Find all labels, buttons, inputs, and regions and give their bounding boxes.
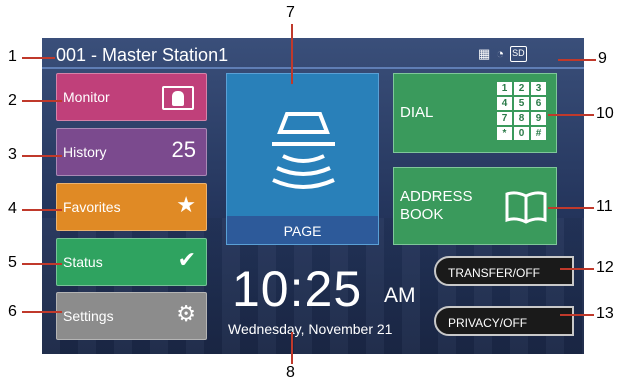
callout-5: 5 bbox=[8, 254, 17, 271]
keypad-key: 8 bbox=[514, 112, 529, 125]
monitor-button[interactable]: Monitor bbox=[56, 73, 207, 121]
address-book-label-line2: BOOK bbox=[400, 206, 444, 223]
keypad-icon: 1 2 3 4 5 6 7 8 9 * 0 # bbox=[497, 82, 546, 140]
sd-card-icon: SD bbox=[510, 46, 527, 62]
callout-12: 12 bbox=[596, 259, 614, 276]
callout-4: 4 bbox=[8, 200, 17, 217]
transfer-label: TRANSFER/OFF bbox=[448, 266, 540, 280]
callout-11: 11 bbox=[596, 198, 613, 215]
settings-button[interactable]: Settings ⚙ bbox=[56, 292, 207, 340]
callout-line bbox=[291, 24, 293, 84]
callout-10: 10 bbox=[596, 105, 614, 122]
clock-time: 10:25 bbox=[232, 261, 363, 317]
callout-line bbox=[560, 314, 594, 316]
history-label: History bbox=[63, 144, 107, 160]
address-book-label-line1: ADDRESS bbox=[400, 188, 473, 205]
callout-7: 7 bbox=[286, 4, 295, 21]
dial-label: DIAL bbox=[400, 104, 434, 121]
title-divider bbox=[42, 67, 584, 69]
callout-line bbox=[22, 57, 55, 59]
keypad-key: 1 bbox=[497, 82, 512, 95]
privacy-label: PRIVACY/OFF bbox=[448, 316, 528, 330]
dial-button[interactable]: DIAL 1 2 3 4 5 6 7 8 9 * 0 # bbox=[393, 73, 557, 153]
callout-line bbox=[22, 100, 62, 102]
keypad-key: 0 bbox=[514, 127, 529, 140]
callout-2: 2 bbox=[8, 92, 17, 109]
callout-line bbox=[548, 114, 594, 116]
callout-line bbox=[22, 209, 62, 211]
clock-ampm: AM bbox=[384, 284, 416, 307]
keypad-key: 3 bbox=[531, 82, 546, 95]
favorites-label: Favorites bbox=[63, 199, 121, 215]
timer-icon: ◔ bbox=[496, 46, 505, 61]
keypad-key: * bbox=[497, 127, 512, 140]
keypad-key: 9 bbox=[531, 112, 546, 125]
callout-13: 13 bbox=[596, 305, 614, 322]
settings-label: Settings bbox=[63, 308, 114, 324]
callout-1: 1 bbox=[8, 48, 17, 65]
speaker-icon bbox=[272, 112, 335, 189]
history-button[interactable]: History 25 bbox=[56, 128, 207, 176]
clock-date: Wednesday, November 21 bbox=[228, 321, 393, 337]
star-icon: ★ bbox=[176, 192, 196, 217]
keypad-key: 6 bbox=[531, 97, 546, 110]
calendar-icon: ▦ bbox=[478, 46, 491, 61]
callout-line bbox=[22, 263, 62, 265]
station-title: 001 - Master Station1 bbox=[56, 45, 229, 65]
keypad-key: 7 bbox=[497, 112, 512, 125]
status-button[interactable]: Status ✔ bbox=[56, 238, 207, 286]
callout-line bbox=[558, 59, 596, 61]
transfer-toggle[interactable]: TRANSFER/OFF bbox=[434, 256, 574, 286]
keypad-key: 5 bbox=[514, 97, 529, 110]
history-count: 25 bbox=[171, 137, 196, 162]
callout-8: 8 bbox=[286, 364, 295, 381]
page-button[interactable]: PAGE bbox=[226, 73, 379, 245]
favorites-button[interactable]: Favorites ★ bbox=[56, 183, 207, 231]
privacy-toggle[interactable]: PRIVACY/OFF bbox=[434, 306, 574, 336]
keypad-key: 2 bbox=[514, 82, 529, 95]
callout-9: 9 bbox=[598, 50, 607, 67]
keypad-key: 4 bbox=[497, 97, 512, 110]
callout-6: 6 bbox=[8, 303, 17, 320]
callout-line bbox=[548, 207, 594, 209]
status-icon-tray: ▦ ◔ SD bbox=[478, 46, 527, 62]
status-label: Status bbox=[63, 254, 103, 270]
gear-icon: ⚙ bbox=[176, 301, 196, 326]
checkmark-icon: ✔ bbox=[177, 247, 196, 272]
address-book-button[interactable]: ADDRESS BOOK bbox=[393, 167, 557, 245]
monitor-label: Monitor bbox=[63, 89, 110, 105]
person-icon bbox=[162, 86, 194, 110]
page-label: PAGE bbox=[227, 216, 378, 244]
callout-line bbox=[560, 268, 594, 270]
callout-line bbox=[22, 155, 62, 157]
book-icon bbox=[505, 191, 547, 224]
callout-line bbox=[291, 332, 293, 364]
callout-3: 3 bbox=[8, 146, 17, 163]
callout-line bbox=[22, 311, 62, 313]
keypad-key: # bbox=[531, 127, 546, 140]
